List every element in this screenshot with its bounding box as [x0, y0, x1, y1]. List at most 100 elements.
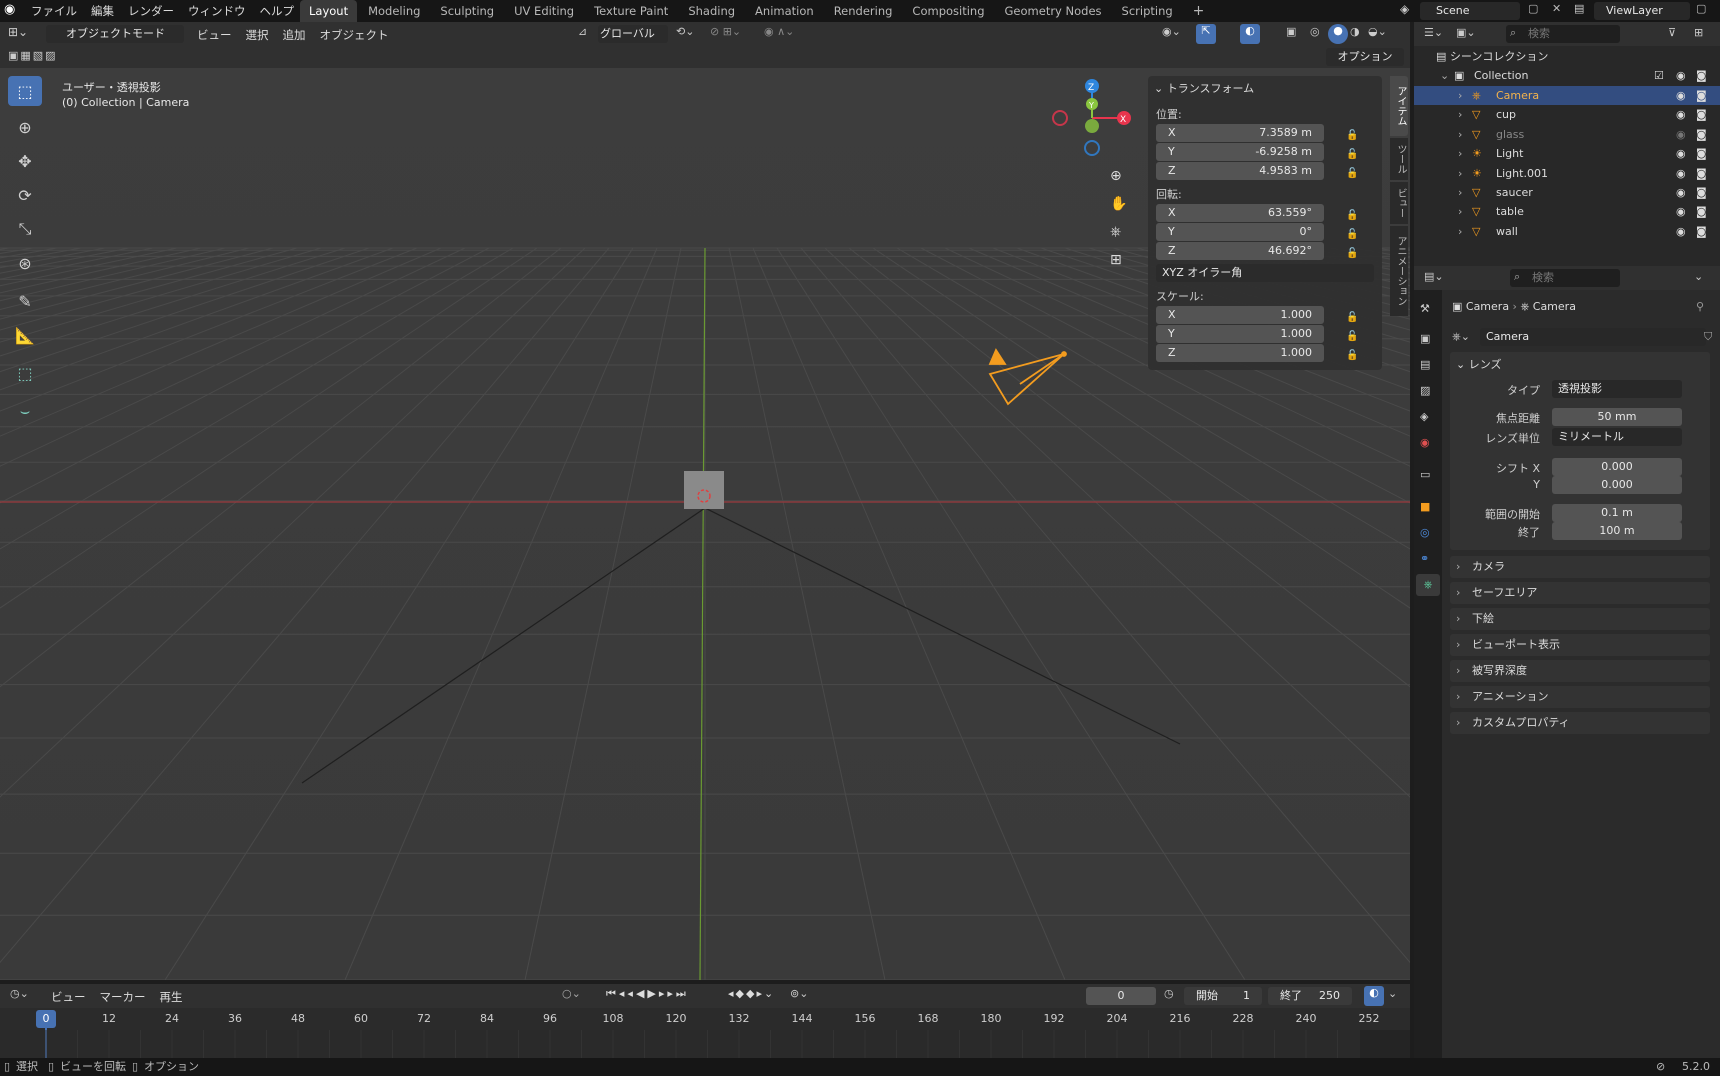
properties-section[interactable]: › アニメーション — [1450, 686, 1710, 708]
tab-modeling[interactable]: Modeling — [359, 0, 429, 22]
outliner-item-camera[interactable]: › ⎈ Camera ◉ ◙ — [1414, 86, 1720, 105]
camera-render-icon[interactable]: ◙ — [1696, 222, 1707, 241]
options-dropdown[interactable]: オプション — [1326, 48, 1404, 66]
tab-texture-paint[interactable]: Texture Paint — [585, 0, 677, 22]
timeline-track[interactable] — [0, 1030, 1410, 1058]
camera-view-icon[interactable]: ⎈ — [1110, 224, 1130, 240]
menu-edit[interactable]: 編集 — [84, 1, 121, 21]
outliner-item-saucer[interactable]: › ▽ saucer ◉ ◙ — [1414, 183, 1720, 202]
frame-end-field[interactable]: 終了 250 — [1268, 987, 1352, 1005]
outliner-item-cup[interactable]: › ▽ cup ◉ ◙ — [1414, 105, 1720, 124]
properties-section[interactable]: › ビューポート表示 — [1450, 634, 1710, 656]
outliner-item-wall[interactable]: › ▽ wall ◉ ◙ — [1414, 222, 1720, 241]
checkbox-icon[interactable]: ☑ — [1654, 66, 1664, 85]
menu-select[interactable]: 選択 — [239, 25, 276, 45]
measure-tool-icon[interactable]: 📐 — [8, 320, 42, 350]
collapse-chevron-icon[interactable]: ⌄ — [1440, 66, 1449, 85]
rendered-shading-icon[interactable]: ◒⌄ — [1368, 25, 1398, 38]
eye-icon[interactable]: ◉ — [1676, 86, 1686, 105]
rotation-x-field[interactable]: X 63.559° — [1156, 204, 1324, 222]
tab-rendering[interactable]: Rendering — [825, 0, 902, 22]
location-x-field[interactable]: X 7.3589 m — [1156, 124, 1324, 142]
outliner-item-light-001[interactable]: › ☀ Light.001 ◉ ◙ — [1414, 164, 1720, 183]
eye-icon[interactable]: ◉ — [1676, 105, 1686, 124]
tab-item[interactable]: アイテム — [1390, 76, 1408, 136]
gizmo-toggle-icon[interactable]: ⇱ — [1196, 24, 1216, 44]
transform-panel-header[interactable]: ⌄ トランスフォーム — [1154, 80, 1254, 96]
zoom-icon[interactable]: ⊕ — [1110, 168, 1130, 184]
mode-selector[interactable]: オブジェクトモード — [46, 25, 184, 43]
expand-chevron-icon[interactable]: › — [1458, 222, 1462, 241]
tab-compositing[interactable]: Compositing — [903, 0, 993, 22]
scene-collection-row[interactable]: ▤ シーンコレクション — [1436, 48, 1548, 64]
camera-render-icon[interactable]: ◙ — [1696, 202, 1707, 221]
add-workspace-icon[interactable]: + — [1184, 0, 1214, 22]
add-cube-tool-icon[interactable]: ⬚ — [8, 358, 42, 388]
new-scene-icon[interactable]: ▢ — [1528, 2, 1546, 20]
display-mode-icon[interactable]: ▣⌄ — [1456, 26, 1476, 39]
3d-viewport[interactable]: ユーザー・透視投影 (0) Collection | Camera ⬚ ⊕ ✥ … — [0, 68, 1410, 980]
filter-icon[interactable]: ⊽ — [1668, 26, 1676, 39]
tab-shading[interactable]: Shading — [679, 0, 744, 22]
overlay-toggle-icon[interactable]: ◐ — [1240, 24, 1260, 44]
curve-tool-icon[interactable]: ⌣ — [8, 396, 42, 426]
selection-mode-icons[interactable]: ▣▦▧▨ — [8, 49, 98, 65]
select-box-tool-icon[interactable]: ⬚ — [8, 76, 42, 106]
expand-chevron-icon[interactable]: › — [1458, 105, 1462, 124]
scale-x-field[interactable]: X 1.000 — [1156, 306, 1324, 324]
menu-file[interactable]: ファイル — [24, 1, 84, 21]
timeline-menu-marker[interactable]: マーカー — [93, 987, 153, 1007]
camera-render-icon[interactable]: ◙ — [1696, 144, 1707, 163]
editor-type-icon[interactable]: ⊞⌄ — [8, 25, 40, 43]
delete-scene-icon[interactable]: ✕ — [1552, 2, 1570, 20]
proportional-edit-icon[interactable]: ◉ ∧⌄ — [764, 25, 814, 38]
menu-render[interactable]: レンダー — [121, 1, 181, 21]
location-lock-icons[interactable]: 🔓 🔓 🔓 — [1346, 126, 1358, 183]
eye-icon[interactable]: ◉ — [1676, 66, 1686, 85]
tab-uv-editing[interactable]: UV Editing — [505, 0, 583, 22]
orientation-selector[interactable]: グローバル — [598, 25, 668, 43]
eye-icon[interactable]: ◉ — [1676, 125, 1686, 144]
location-y-field[interactable]: Y -6.9258 m — [1156, 143, 1324, 161]
visibility-icon[interactable]: ◉⌄ — [1162, 25, 1190, 38]
sync-toggle-icon[interactable]: ◐ — [1364, 986, 1384, 1006]
timeline-editor-icon[interactable]: ◷⌄ — [10, 987, 36, 1000]
rotation-y-field[interactable]: Y 0° — [1156, 223, 1324, 241]
eye-icon[interactable]: ◉ — [1676, 183, 1686, 202]
tab-tool[interactable]: ツール — [1390, 138, 1408, 180]
camera-render-icon[interactable]: ◙ — [1696, 183, 1707, 202]
view-layer-selector[interactable]: ViewLayer — [1594, 2, 1690, 20]
keyframe-type-icon[interactable]: ○⌄ — [562, 987, 592, 1000]
new-collection-icon[interactable]: ⊞ — [1694, 26, 1703, 39]
scale-tool-icon[interactable]: ⤡ — [8, 214, 42, 244]
navigation-gizmo[interactable]: Z X Y — [1046, 78, 1136, 158]
properties-section[interactable]: › カメラ — [1450, 556, 1710, 578]
tab-sculpting[interactable]: Sculpting — [431, 0, 503, 22]
eye-icon[interactable]: ◉ — [1676, 144, 1686, 163]
scale-lock-icons[interactable]: 🔓 🔓 🔓 — [1346, 308, 1358, 365]
tab-animation[interactable]: Animation — [746, 0, 823, 22]
tab-geometry-nodes[interactable]: Geometry Nodes — [996, 0, 1111, 22]
eye-icon[interactable]: ◉ — [1676, 222, 1686, 241]
cursor-tool-icon[interactable]: ⊕ — [8, 112, 42, 142]
current-frame-field[interactable]: 0 — [1086, 987, 1156, 1005]
menu-add[interactable]: 追加 — [276, 25, 313, 45]
tab-scripting[interactable]: Scripting — [1113, 0, 1182, 22]
scale-y-field[interactable]: Y 1.000 — [1156, 325, 1324, 343]
blender-logo-icon[interactable]: ◉ — [4, 2, 20, 18]
sync-dropdown-icon[interactable]: ⌄ — [1388, 987, 1397, 1000]
frame-start-field[interactable]: 開始 1 — [1184, 987, 1262, 1005]
annotate-tool-icon[interactable]: ✎ — [8, 286, 42, 316]
timeline-ruler[interactable]: 12 24 36 48 60 72 84 96 108 120 132 144 156 168 180 192… — [0, 1008, 1410, 1030]
expand-chevron-icon[interactable]: › — [1458, 144, 1462, 163]
camera-render-icon[interactable]: ◙ — [1696, 105, 1707, 124]
outliner-search[interactable]: 検索 — [1506, 25, 1620, 43]
eye-icon[interactable]: ◉ — [1676, 202, 1686, 221]
menu-window[interactable]: ウィンドウ — [181, 1, 253, 21]
rotation-lock-icons[interactable]: 🔓 🔓 🔓 — [1346, 206, 1358, 263]
solid-shading-icon[interactable]: ● — [1328, 24, 1348, 44]
keyframe-jump-icons[interactable]: ◂◆◆▸⌄ — [728, 987, 778, 1000]
menu-view[interactable]: ビュー — [190, 25, 239, 45]
perspective-toggle-icon[interactable]: ⊞ — [1110, 252, 1130, 268]
expand-chevron-icon[interactable]: › — [1458, 86, 1462, 105]
